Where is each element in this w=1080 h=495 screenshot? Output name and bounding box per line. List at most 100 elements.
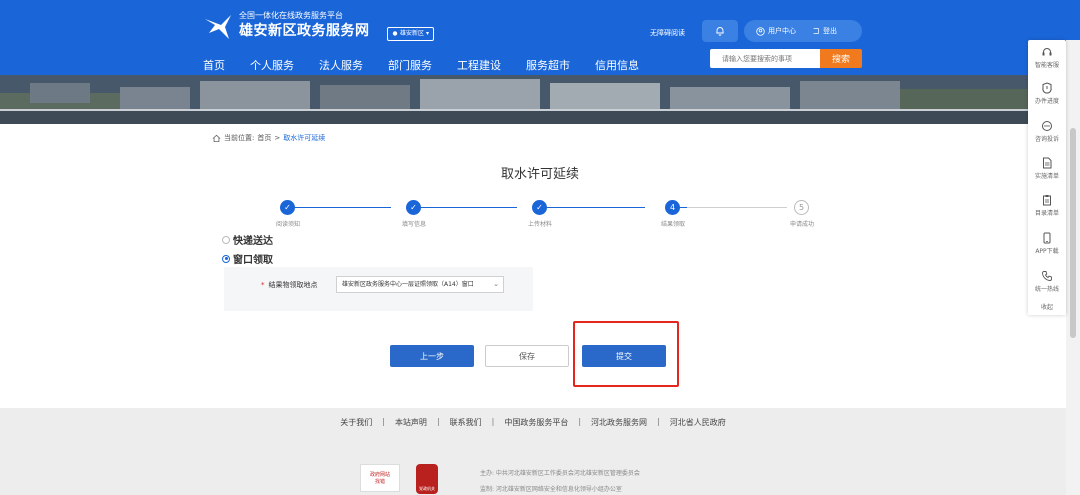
step-label: 结果领取 — [660, 221, 686, 228]
logout-label: 登出 — [823, 27, 837, 35]
side-item-hotline[interactable]: 统一热线 — [1028, 270, 1066, 293]
side-item-smart-service[interactable]: 智能客服 — [1028, 46, 1066, 69]
accessibility-link[interactable]: 无障碍阅读 — [650, 28, 685, 38]
option-express-label: 快递送达 — [233, 236, 273, 247]
required-mark: * — [261, 281, 265, 289]
option-window-pickup[interactable]: 窗口领取 — [222, 251, 273, 266]
footer-organizer: 监制: 河北雄安新区网络安全和信息化领导小组办公室 — [480, 486, 622, 493]
site-logo[interactable]: 全国一体化在线政务服务平台 雄安新区政务服务网 — [203, 11, 370, 41]
side-label: 目录清单 — [1034, 210, 1059, 217]
logo-title: 雄安新区政务服务网 — [239, 23, 370, 39]
city-skyline-image — [0, 75, 1080, 124]
footer-link-contact[interactable]: 联系我们 — [450, 417, 482, 428]
side-item-catalog-list[interactable]: 目录清单 — [1028, 194, 1066, 217]
city-banner — [0, 75, 1080, 124]
nav-item-department[interactable]: 部门服务 — [388, 57, 432, 73]
save-button[interactable]: 保存 — [485, 345, 569, 367]
chat-icon — [1042, 121, 1052, 131]
footer-link-hebei-service[interactable]: 河北政务服务网 — [591, 417, 647, 428]
radio-express[interactable] — [222, 235, 230, 244]
user-center-label: 用户中心 — [768, 27, 796, 35]
home-icon — [212, 134, 221, 142]
nav-item-credit[interactable]: 信用信息 — [595, 57, 639, 73]
step-label: 上传材料 — [527, 221, 553, 228]
site-header: 全国一体化在线政务服务平台 雄安新区政务服务网 雄安新区 ▾ 无障碍阅读 用户中… — [0, 0, 1080, 75]
clipboard-icon — [1043, 195, 1051, 206]
footer-link-about[interactable]: 关于我们 — [340, 417, 372, 428]
side-label: 办件进度 — [1034, 98, 1059, 105]
user-box: 用户中心 登出 — [744, 20, 862, 42]
step-1-check-icon: ✓ — [280, 200, 295, 215]
site-footer: 关于我们 | 本站声明 | 联系我们 | 中国政务服务平台 | 河北政务服务网 … — [0, 408, 1066, 495]
search-button[interactable]: 搜索 — [820, 49, 862, 68]
main-nav: 首页 个人服务 法人服务 部门服务 工程建设 服务超市 信用信息 — [203, 57, 664, 73]
side-label: 咨询投诉 — [1034, 136, 1059, 143]
footer-logos: 政府网站 找错 党政机关 — [360, 464, 438, 494]
progress-steps: ✓ ✓ ✓ 4 5 阅读须知 填写信息 上传材料 结果领取 申请成功 — [250, 196, 840, 236]
caret-down-icon: ▾ — [426, 30, 430, 37]
step-connector — [421, 207, 517, 208]
region-select[interactable]: 雄安新区 ▾ — [387, 27, 435, 41]
radio-window-selected[interactable] — [222, 254, 230, 263]
footer-info: 主办: 中共河北雄安新区工作委员会河北雄安新区管理委员会 监制: 河北雄安新区网… — [480, 466, 640, 495]
search-input[interactable] — [710, 49, 820, 68]
party-gov-agency-logo[interactable]: 党政机关 — [416, 464, 438, 494]
step-4-current: 4 — [665, 200, 680, 215]
bell-icon — [716, 27, 724, 36]
option-window-label: 窗口领取 — [233, 255, 273, 266]
logout-link[interactable]: 登出 — [812, 26, 837, 36]
breadcrumb-home[interactable]: 首页 — [257, 133, 271, 143]
headset-icon — [1042, 48, 1052, 56]
side-label: 统一热线 — [1034, 286, 1059, 293]
pickup-location-panel: * 结果物领取地点 雄安新区政务服务中心一层证照领取（A14）窗口 ⌄ — [224, 267, 533, 311]
user-icon — [756, 26, 765, 36]
nav-item-corporate[interactable]: 法人服务 — [319, 57, 363, 73]
step-5-pending: 5 — [794, 200, 809, 215]
nav-item-service-market[interactable]: 服务超市 — [526, 57, 570, 73]
footer-link-hebei-government[interactable]: 河北省人民政府 — [670, 417, 726, 428]
side-label: APP下载 — [1035, 248, 1059, 255]
notification-button[interactable] — [702, 20, 738, 42]
bird-logo-icon — [205, 15, 231, 39]
logout-icon — [813, 28, 819, 34]
gov-site-error-report-logo[interactable]: 政府网站 找错 — [360, 464, 400, 492]
user-center-link[interactable]: 用户中心 — [756, 26, 796, 36]
step-label: 申请成功 — [789, 221, 815, 228]
breadcrumb-prefix: 当前位置: — [224, 134, 255, 142]
location-pin-icon — [392, 31, 398, 36]
search-bar: 搜索 — [710, 49, 862, 68]
chevron-down-icon: ⌄ — [493, 280, 499, 288]
step-2-check-icon: ✓ — [406, 200, 421, 215]
side-label: 智能客服 — [1034, 62, 1059, 69]
footer-links: 关于我们 | 本站声明 | 联系我们 | 中国政务服务平台 | 河北政务服务网 … — [340, 417, 726, 428]
nav-item-home[interactable]: 首页 — [203, 57, 225, 73]
pickup-location-select[interactable]: 雄安新区政务服务中心一层证照领取（A14）窗口 ⌄ — [336, 276, 504, 293]
footer-link-national-platform[interactable]: 中国政务服务平台 — [504, 417, 568, 428]
step-connector — [547, 207, 645, 208]
annotation-highlight-box — [573, 321, 679, 387]
collapse-button[interactable]: 收起 — [1028, 302, 1066, 311]
pickup-location-label: * 结果物领取地点 — [261, 281, 318, 289]
pickup-location-value: 雄安新区政务服务中心一层证照领取（A14）窗口 — [342, 281, 474, 288]
option-express-delivery[interactable]: 快递送达 — [222, 232, 273, 247]
side-item-complaint[interactable]: 咨询投诉 — [1028, 120, 1066, 143]
side-item-progress[interactable]: 办件进度 — [1028, 82, 1066, 105]
step-connector-pending — [687, 207, 787, 208]
mobile-phone-icon — [1043, 232, 1051, 244]
region-label: 雄安新区 — [400, 30, 425, 37]
nav-item-personal[interactable]: 个人服务 — [250, 57, 294, 73]
nav-item-construction[interactable]: 工程建设 — [457, 57, 501, 73]
breadcrumb-current: 取水许可延续 — [283, 134, 326, 142]
scrollbar-thumb[interactable] — [1070, 128, 1076, 338]
breadcrumb: 当前位置: 首页 > 取水许可延续 — [212, 133, 325, 143]
page-title: 取水许可延续 — [500, 167, 579, 182]
footer-link-statement[interactable]: 本站声明 — [395, 417, 427, 428]
shield-icon — [1042, 82, 1052, 94]
side-item-app-download[interactable]: APP下载 — [1028, 232, 1066, 255]
step-3-check-icon: ✓ — [532, 200, 547, 215]
previous-step-button[interactable]: 上一步 — [390, 345, 474, 367]
logo-subtitle: 全国一体化在线政务服务平台 — [239, 11, 343, 20]
step-label: 阅读须知 — [275, 221, 301, 228]
footer-sponsor: 主办: 中共河北雄安新区工作委员会河北雄安新区管理委员会 — [480, 470, 640, 477]
step-label: 填写信息 — [401, 221, 427, 228]
